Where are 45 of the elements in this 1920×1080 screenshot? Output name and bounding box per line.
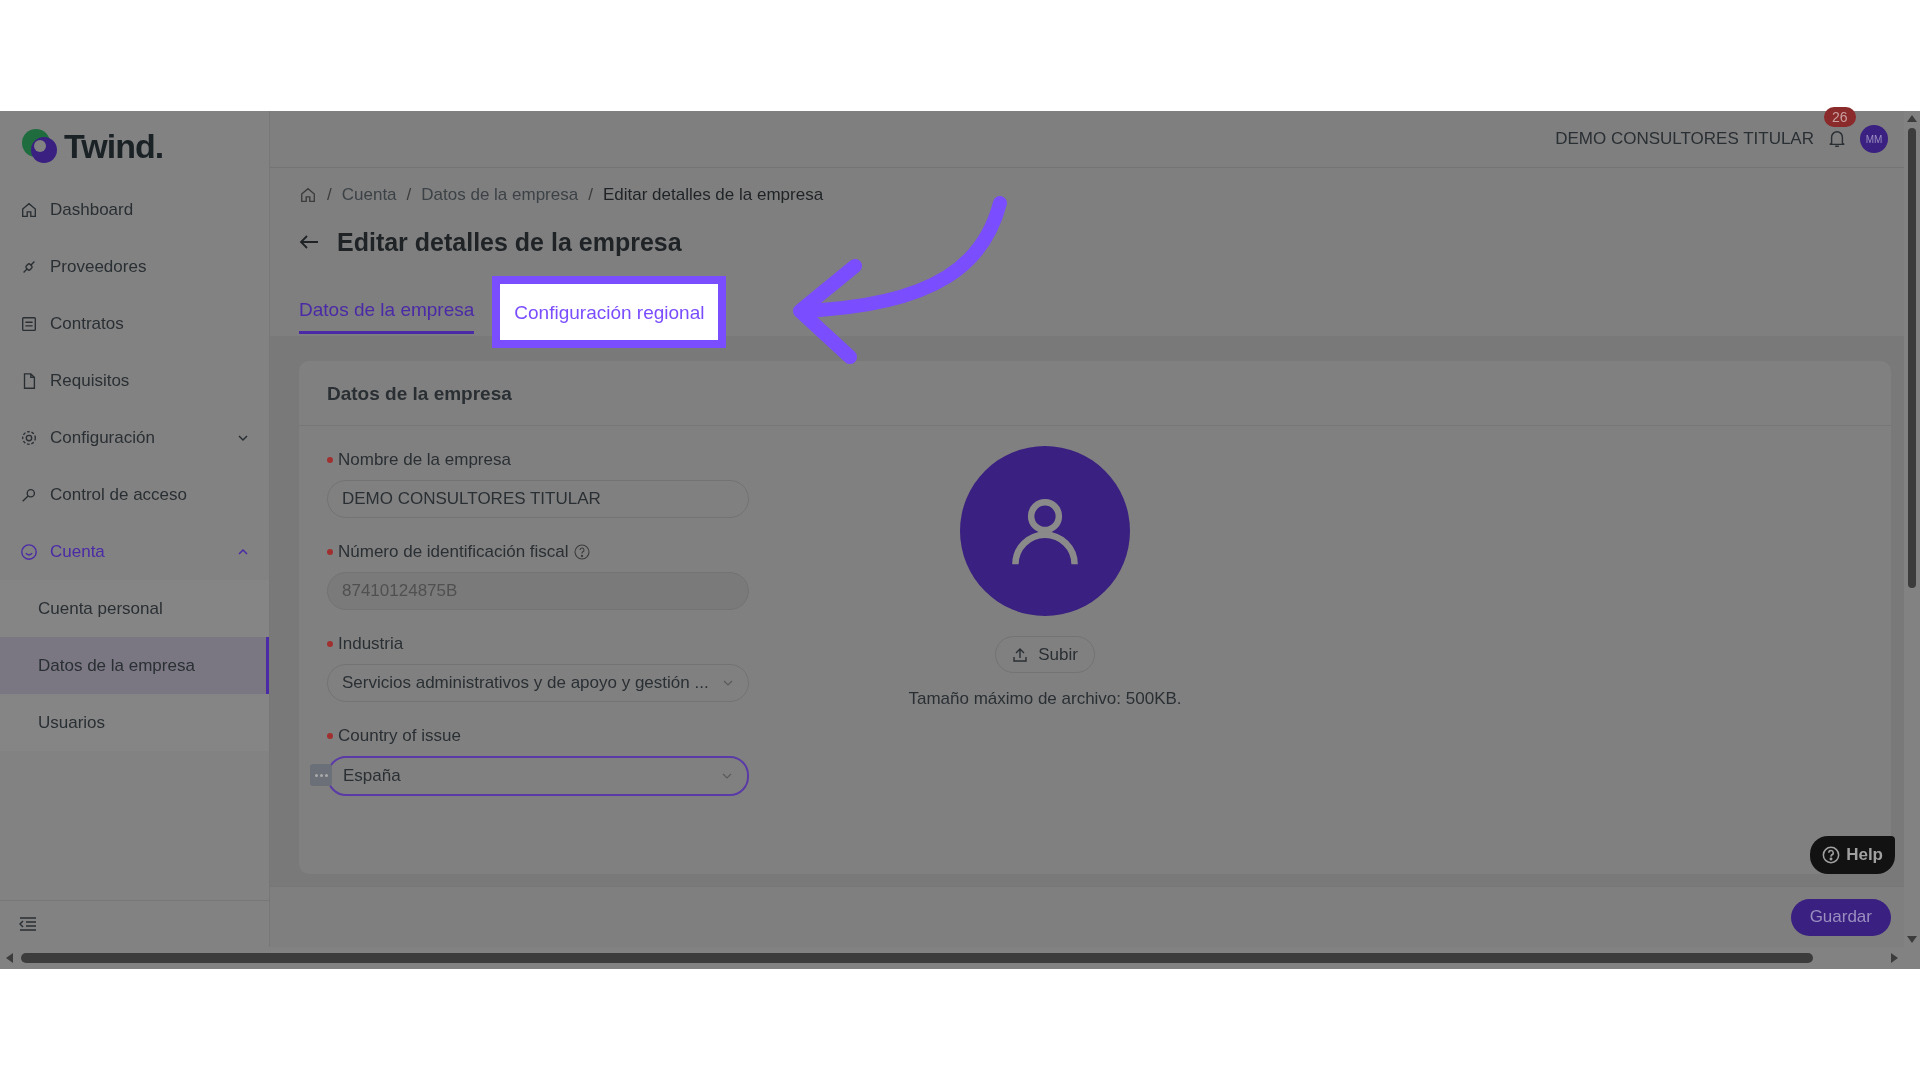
tab[interactable]: Configuración regional [492,276,727,348]
field-label: Nombre de la empresa [338,450,511,470]
notification-badge: 26 [1824,107,1856,127]
field-label: Industria [338,634,404,654]
breadcrumb-separator: / [406,185,412,205]
sidebar-subitem[interactable]: Usuarios [0,694,269,751]
sidebar-subitem[interactable]: Cuenta personal [0,580,269,637]
file-size-note: Tamaño máximo de archivo: 500KB. [908,689,1182,709]
home-icon[interactable] [299,186,317,204]
back-arrow-icon[interactable] [299,234,319,250]
home-icon [20,200,38,219]
dots-icon[interactable] [310,764,332,786]
breadcrumb-separator: / [327,185,332,205]
document-icon [20,314,38,333]
sidebar-item[interactable]: Contratos [0,295,269,352]
breadcrumb-item[interactable]: Cuenta [341,185,397,205]
breadcrumb-separator: / [588,185,593,205]
help-icon [1822,846,1841,864]
smiley-icon [20,542,38,561]
bell-icon[interactable] [1828,129,1846,149]
user-avatar[interactable]: MM [1860,125,1888,153]
upload-button[interactable]: Subir [995,636,1095,673]
sidebar-item[interactable]: Control de acceso [0,466,269,523]
help-button[interactable]: Help [1810,836,1895,874]
sidebar-item[interactable]: Configuración [0,409,269,466]
logo-icon [20,126,60,166]
sidebar-item[interactable]: Proveedores [0,238,269,295]
help-icon[interactable] [573,544,590,560]
sidebar-item[interactable]: Requisitos [0,352,269,409]
collapse-menu-icon[interactable] [19,917,37,931]
save-button[interactable]: Guardar [1790,898,1891,936]
sidebar-item[interactable]: Dashboard [0,181,269,238]
settings-icon [20,428,38,447]
logo-text: Twind. [64,126,164,166]
sidebar-item[interactable]: Cuenta [0,523,269,580]
company-name: DEMO CONSULTORES TITULAR [1555,129,1814,149]
page-title: Editar detalles de la empresa [337,227,682,257]
upload-icon [1012,646,1029,663]
field-label: Country of issue [338,726,461,746]
sidebar-subitem[interactable]: Datos de la empresa [0,637,269,694]
select-field[interactable]: España [327,756,749,796]
breadcrumb-item[interactable]: Datos de la empresa [421,185,579,205]
field-label: Número de identificación fiscal [338,542,569,562]
breadcrumb-item: Editar detalles de la empresa [602,185,824,205]
card-title: Datos de la empresa [299,361,1891,426]
